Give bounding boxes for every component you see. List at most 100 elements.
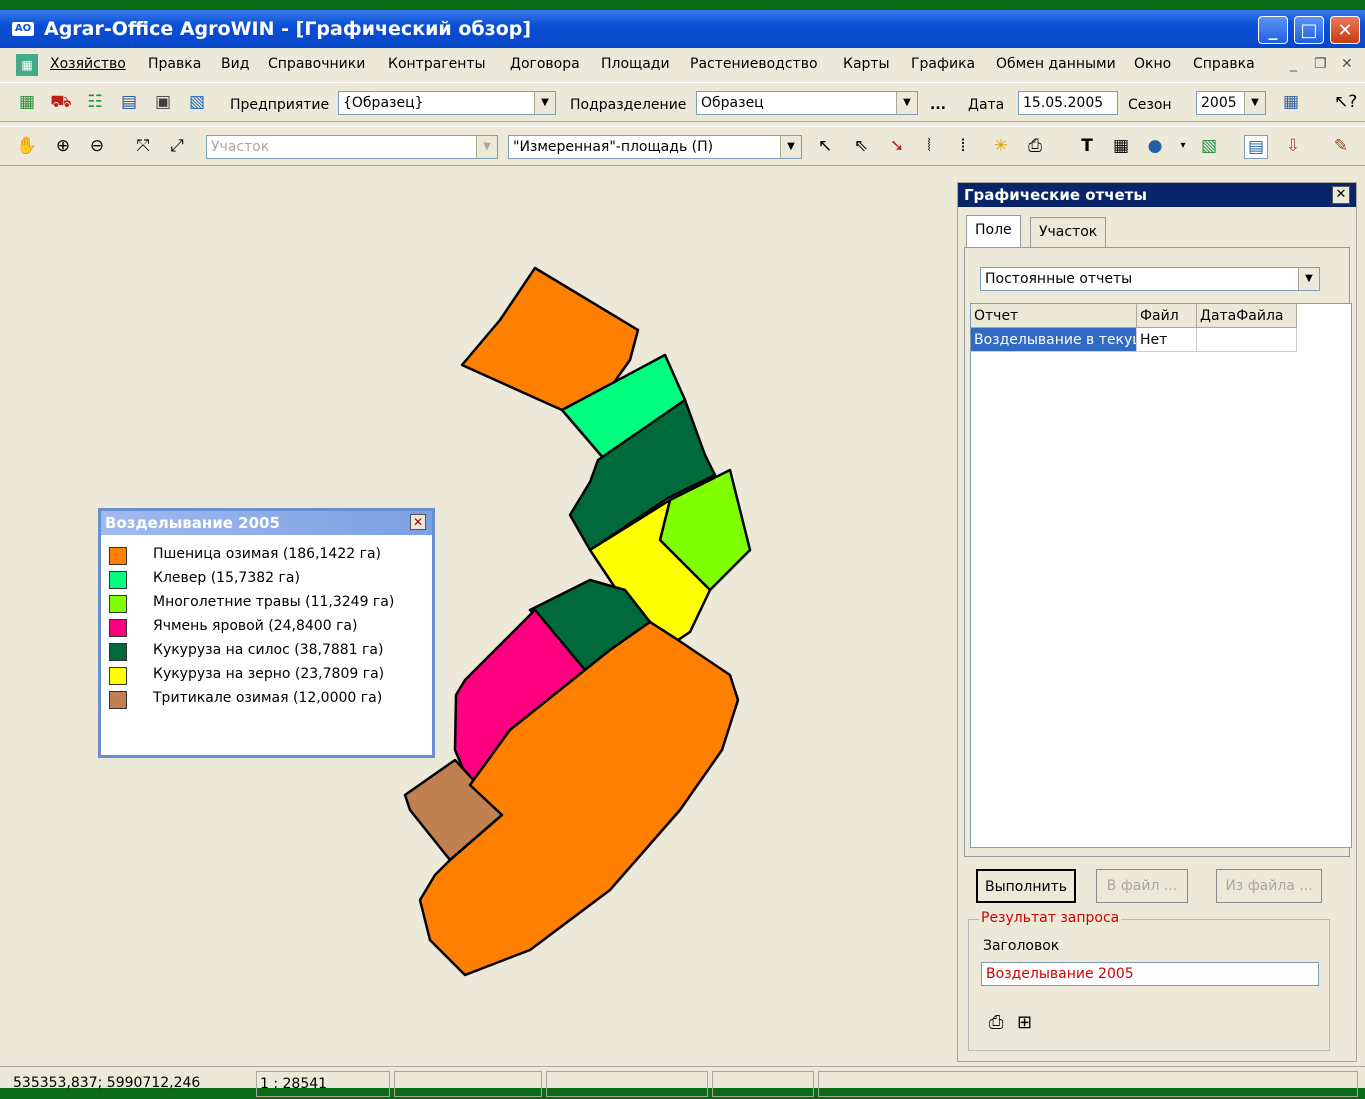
area-type-select[interactable]: "Измеренная"-площадь (П) ▼ <box>508 135 802 159</box>
date-field[interactable]: 15.05.2005 <box>1018 91 1118 115</box>
to-file-button[interactable]: В файл ... <box>1096 869 1188 903</box>
reports-table[interactable]: Отчет Файл ДатаФайла Возделывание в теку… <box>970 303 1352 848</box>
from-file-button[interactable]: Из файла ... <box>1216 869 1322 903</box>
menu-crops[interactable]: Растениеводство <box>690 56 818 72</box>
mdi-close-icon[interactable]: ✕ <box>1341 56 1353 72</box>
calendar-year-icon[interactable]: ▦ <box>1280 91 1302 113</box>
print-icon[interactable]: ⎙ <box>989 1012 1003 1033</box>
draw-line-icon[interactable]: ➘ <box>886 135 908 157</box>
graphic-reports-icon[interactable]: ▤ <box>1244 135 1268 159</box>
split-icon[interactable]: ⦚ <box>918 135 940 157</box>
table-cell-date[interactable] <box>1197 328 1297 352</box>
zoom-in-icon[interactable]: ⊕ <box>52 135 74 157</box>
chevron-down-icon[interactable]: ▼ <box>534 92 555 114</box>
pan-hand-icon[interactable]: ✋ <box>16 135 38 157</box>
menu-partners[interactable]: Контрагенты <box>388 56 486 72</box>
mdi-minimize-icon[interactable]: _ <box>1290 56 1297 72</box>
minimize-button[interactable]: _ <box>1258 16 1288 44</box>
legend-swatch <box>109 595 127 613</box>
tab-field[interactable]: Поле <box>966 215 1021 247</box>
season-label: Сезон <box>1128 97 1172 113</box>
menu-reference[interactable]: Справочники <box>268 56 365 72</box>
map-view[interactable]: Возделывание 2005 ✕ Пшеница озимая (186,… <box>10 170 955 1050</box>
table-cell-report[interactable]: Возделывание в текущем <box>971 328 1137 352</box>
farm-icon[interactable]: ▦ <box>16 91 38 113</box>
window-title: Agrar-Office AgroWIN - [Графический обзо… <box>44 18 532 40</box>
grid-icon[interactable]: ▦ <box>1110 135 1132 157</box>
legend-close-icon[interactable]: ✕ <box>410 514 426 530</box>
menu-farm[interactable]: Хозяйство <box>50 56 126 72</box>
zoom-extent-icon[interactable]: ⤧ <box>132 135 154 157</box>
chevron-down-icon[interactable]: ▼ <box>896 92 917 114</box>
legend-title: Возделывание 2005 <box>105 514 280 532</box>
execute-button[interactable]: Выполнить <box>976 869 1076 903</box>
export-icon[interactable]: ⇩ <box>1282 135 1304 157</box>
help-pointer-icon[interactable]: ↖? <box>1334 91 1357 113</box>
globe-dropdown-icon[interactable]: ▾ <box>1172 135 1194 157</box>
multi-select-icon[interactable]: ⇖ <box>850 135 872 157</box>
chart-icon[interactable]: ▤ <box>118 91 140 113</box>
division-select[interactable]: Образец ▼ <box>696 91 918 115</box>
status-pane-3 <box>394 1071 542 1097</box>
text-tool-icon[interactable]: T <box>1076 135 1098 157</box>
season-select[interactable]: 2005 ▼ <box>1196 91 1266 115</box>
document-icon[interactable]: ▦ <box>16 54 38 76</box>
field-icon[interactable]: ☷ <box>84 91 106 113</box>
layer-icon[interactable]: ▧ <box>1198 135 1220 157</box>
print-icon[interactable]: ⎙ <box>1024 135 1046 157</box>
preview-icon[interactable]: ⊞ <box>1017 1012 1032 1033</box>
menu-graphics[interactable]: Графика <box>911 56 975 72</box>
legend-window[interactable]: Возделывание 2005 ✕ Пшеница озимая (186,… <box>98 508 435 758</box>
more-button[interactable]: ... <box>930 97 946 113</box>
menu-view[interactable]: Вид <box>221 56 249 72</box>
chevron-down-icon[interactable]: ▼ <box>476 136 497 158</box>
legend-swatch <box>109 547 127 565</box>
brush-icon[interactable]: ✎ <box>1330 135 1352 157</box>
close-button[interactable]: ✕ <box>1330 16 1360 44</box>
mdi-restore-icon[interactable]: ❐ <box>1314 56 1327 72</box>
calendar-icon[interactable]: ▣ <box>152 91 174 113</box>
report-type-select[interactable]: Постоянные отчеты ▼ <box>980 267 1320 291</box>
header-field[interactable]: Возделывание 2005 <box>981 962 1319 986</box>
table-cell-file[interactable]: Нет <box>1137 328 1197 352</box>
menu-help[interactable]: Справка <box>1193 56 1255 72</box>
header-label: Заголовок <box>983 938 1060 954</box>
menu-areas[interactable]: Площади <box>601 56 670 72</box>
select-arrow-icon[interactable]: ↖ <box>814 135 836 157</box>
tractor-icon[interactable]: ⛟ <box>50 91 72 113</box>
col-header-report[interactable]: Отчет <box>971 304 1137 328</box>
panel-close-icon[interactable]: ✕ <box>1332 186 1350 204</box>
col-header-file-date[interactable]: ДатаФайла <box>1197 304 1297 328</box>
query-result-label: Результат запроса <box>979 910 1122 926</box>
panel-title-bar[interactable]: Графические отчеты ✕ <box>958 183 1356 207</box>
legend-swatch <box>109 643 127 661</box>
report-icon[interactable]: ▧ <box>186 91 208 113</box>
tab-plot[interactable]: Участок <box>1030 217 1107 247</box>
legend-swatch <box>109 619 127 637</box>
plot-select[interactable]: Участок ▼ <box>206 135 498 159</box>
menu-bar: ▦ Хозяйство Правка Вид Справочники Контр… <box>0 50 1365 80</box>
date-label: Дата <box>968 97 1005 113</box>
highlight-icon[interactable]: ✳ <box>990 135 1012 157</box>
menu-edit[interactable]: Правка <box>148 56 201 72</box>
chevron-down-icon[interactable]: ▼ <box>780 136 801 158</box>
app-icon[interactable]: AO <box>12 22 34 36</box>
menu-data-exchange[interactable]: Обмен данными <box>996 56 1116 72</box>
chevron-down-icon[interactable]: ▼ <box>1298 268 1319 290</box>
title-bar[interactable]: AO Agrar-Office AgroWIN - [Графический о… <box>0 10 1365 48</box>
legend-title-bar[interactable]: Возделывание 2005 ✕ <box>101 511 432 535</box>
legend-swatch <box>109 667 127 685</box>
menu-window[interactable]: Окно <box>1134 56 1171 72</box>
main-toolbar: ▦ ⛟ ☷ ▤ ▣ ▧ Предприятие {Образец} ▼ Подра… <box>0 82 1365 122</box>
zoom-out-icon[interactable]: ⊖ <box>86 135 108 157</box>
chevron-down-icon[interactable]: ▼ <box>1244 92 1265 114</box>
menu-contracts[interactable]: Договора <box>510 56 580 72</box>
col-header-file[interactable]: Файл <box>1137 304 1197 328</box>
globe-icon[interactable]: ● <box>1144 135 1166 157</box>
menu-maps[interactable]: Карты <box>843 56 890 72</box>
zoom-all-icon[interactable]: ⤢ <box>166 135 188 157</box>
graphic-reports-panel: Графические отчеты ✕ Поле Участок Постоя… <box>957 182 1357 1062</box>
merge-icon[interactable]: ⦙ <box>952 135 974 157</box>
maximize-button[interactable]: □ <box>1294 16 1324 44</box>
enterprise-select[interactable]: {Образец} ▼ <box>338 91 556 115</box>
